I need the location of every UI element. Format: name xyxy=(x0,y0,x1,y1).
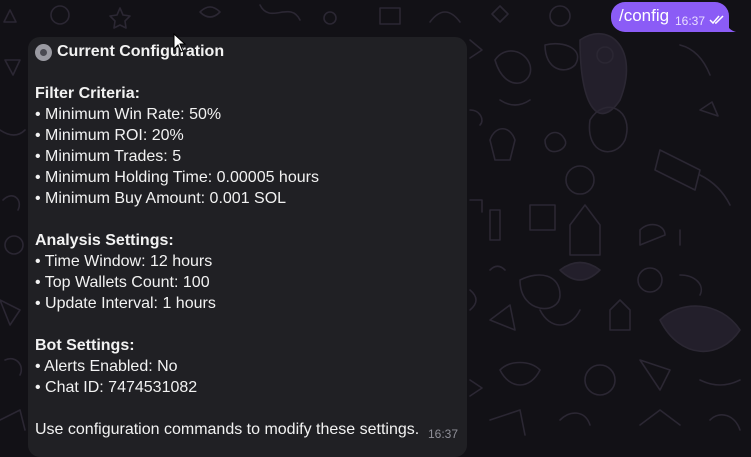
incoming-message-bubble[interactable]: Current Configuration Filter Criteria: •… xyxy=(28,37,467,457)
message-footer: Use configuration commands to modify the… xyxy=(35,421,420,438)
list-item: • Minimum Trades: 5 xyxy=(35,148,182,165)
outgoing-message-text: /config xyxy=(619,6,670,25)
section-title-analysis: Analysis Settings: xyxy=(35,232,174,249)
list-item: • Chat ID: 7474531082 xyxy=(35,379,198,396)
section-title-bot: Bot Settings: xyxy=(35,337,135,354)
mouse-cursor-icon xyxy=(173,33,186,53)
section-title-filter: Filter Criteria: xyxy=(35,85,140,102)
list-item: • Minimum Win Rate: 50% xyxy=(35,106,222,123)
bubble-tail xyxy=(724,20,736,32)
list-item: • Alerts Enabled: No xyxy=(35,358,178,375)
list-item: • Minimum ROI: 20% xyxy=(35,127,184,144)
list-item: • Top Wallets Count: 100 xyxy=(35,274,210,291)
list-item: • Minimum Buy Amount: 0.001 SOL xyxy=(35,190,287,207)
message-header: Current Configuration xyxy=(57,43,225,60)
double-check-icon xyxy=(709,15,724,25)
list-item: • Update Interval: 1 hours xyxy=(35,295,216,312)
outgoing-message-time: 16:37 xyxy=(675,14,706,28)
list-item: • Time Window: 12 hours xyxy=(35,253,213,270)
gear-icon xyxy=(35,44,52,61)
list-item: • Minimum Holding Time: 0.00005 hours xyxy=(35,169,319,186)
incoming-message-time: 16:37 xyxy=(428,427,459,441)
outgoing-message-bubble[interactable]: /config 16:37 xyxy=(611,2,736,32)
